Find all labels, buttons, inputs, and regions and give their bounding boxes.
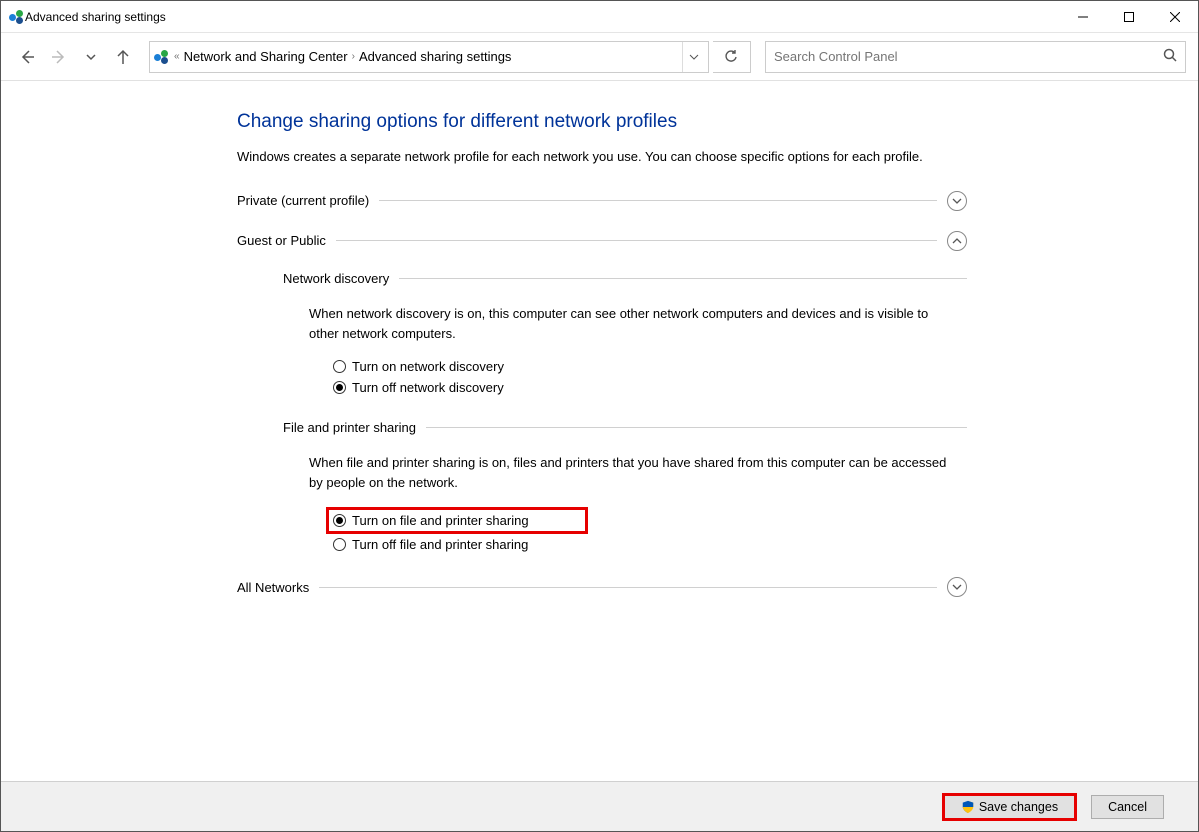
address-dropdown[interactable] xyxy=(682,42,704,72)
chevron-left-icon: « xyxy=(174,51,180,62)
chevron-down-icon[interactable] xyxy=(947,577,967,597)
footer: Save changes Cancel xyxy=(1,781,1198,831)
radio-nd-off-label: Turn off network discovery xyxy=(352,380,504,395)
profile-private-header[interactable]: Private (current profile) xyxy=(237,191,967,211)
radio-nd-on[interactable]: Turn on network discovery xyxy=(331,358,967,375)
radio-nd-off[interactable]: Turn off network discovery xyxy=(331,379,967,396)
search-input[interactable] xyxy=(774,49,1163,64)
chevron-up-icon[interactable] xyxy=(947,231,967,251)
network-discovery-section: Network discovery When network discovery… xyxy=(283,271,967,396)
close-button[interactable] xyxy=(1152,2,1198,32)
radio-icon xyxy=(333,538,346,551)
divider xyxy=(319,587,937,588)
toolbar: « Network and Sharing Center › Advanced … xyxy=(1,33,1198,81)
up-button[interactable] xyxy=(109,43,137,71)
window-controls xyxy=(1060,2,1198,32)
file-sharing-section: File and printer sharing When file and p… xyxy=(283,420,967,553)
divider xyxy=(399,278,967,279)
cancel-label: Cancel xyxy=(1108,800,1147,814)
window-title: Advanced sharing settings xyxy=(25,10,166,24)
shield-icon xyxy=(961,800,975,814)
radio-icon xyxy=(333,381,346,394)
page-title: Change sharing options for different net… xyxy=(237,111,967,133)
forward-button[interactable] xyxy=(45,43,73,71)
radio-icon xyxy=(333,360,346,373)
address-bar[interactable]: « Network and Sharing Center › Advanced … xyxy=(149,41,709,73)
chevron-right-icon: › xyxy=(352,51,355,62)
network-discovery-title: Network discovery xyxy=(283,271,389,286)
search-box[interactable] xyxy=(765,41,1186,73)
file-sharing-desc: When file and printer sharing is on, fil… xyxy=(309,453,949,493)
save-changes-label: Save changes xyxy=(979,800,1058,814)
radio-fs-on-label: Turn on file and printer sharing xyxy=(352,513,529,528)
radio-fs-off[interactable]: Turn off file and printer sharing xyxy=(331,536,967,553)
profile-all-label: All Networks xyxy=(237,580,309,595)
back-button[interactable] xyxy=(13,43,41,71)
titlebar: Advanced sharing settings xyxy=(1,1,1198,33)
app-icon xyxy=(9,9,25,25)
file-sharing-title: File and printer sharing xyxy=(283,420,416,435)
cancel-button[interactable]: Cancel xyxy=(1091,795,1164,819)
divider xyxy=(426,427,967,428)
radio-fs-off-label: Turn off file and printer sharing xyxy=(352,537,528,552)
profile-guest-label: Guest or Public xyxy=(237,233,326,248)
network-discovery-desc: When network discovery is on, this compu… xyxy=(309,304,949,344)
chevron-down-icon[interactable] xyxy=(947,191,967,211)
divider xyxy=(379,200,937,201)
maximize-button[interactable] xyxy=(1106,2,1152,32)
save-changes-button[interactable]: Save changes xyxy=(942,793,1077,821)
radio-fs-on[interactable]: Turn on file and printer sharing xyxy=(326,507,588,534)
profile-guest-header[interactable]: Guest or Public xyxy=(237,231,967,251)
page-subtitle: Windows creates a separate network profi… xyxy=(237,147,967,167)
breadcrumb-seg2[interactable]: Advanced sharing settings xyxy=(359,49,511,64)
search-icon[interactable] xyxy=(1163,48,1177,65)
recent-locations-button[interactable] xyxy=(77,43,105,71)
profile-all-header[interactable]: All Networks xyxy=(237,577,967,597)
radio-nd-on-label: Turn on network discovery xyxy=(352,359,504,374)
breadcrumb-seg1[interactable]: Network and Sharing Center xyxy=(184,49,348,64)
location-icon xyxy=(154,49,170,65)
profile-private-label: Private (current profile) xyxy=(237,193,369,208)
minimize-button[interactable] xyxy=(1060,2,1106,32)
divider xyxy=(336,240,937,241)
refresh-button[interactable] xyxy=(713,41,751,73)
radio-icon xyxy=(333,514,346,527)
content-area: Change sharing options for different net… xyxy=(1,81,1198,781)
